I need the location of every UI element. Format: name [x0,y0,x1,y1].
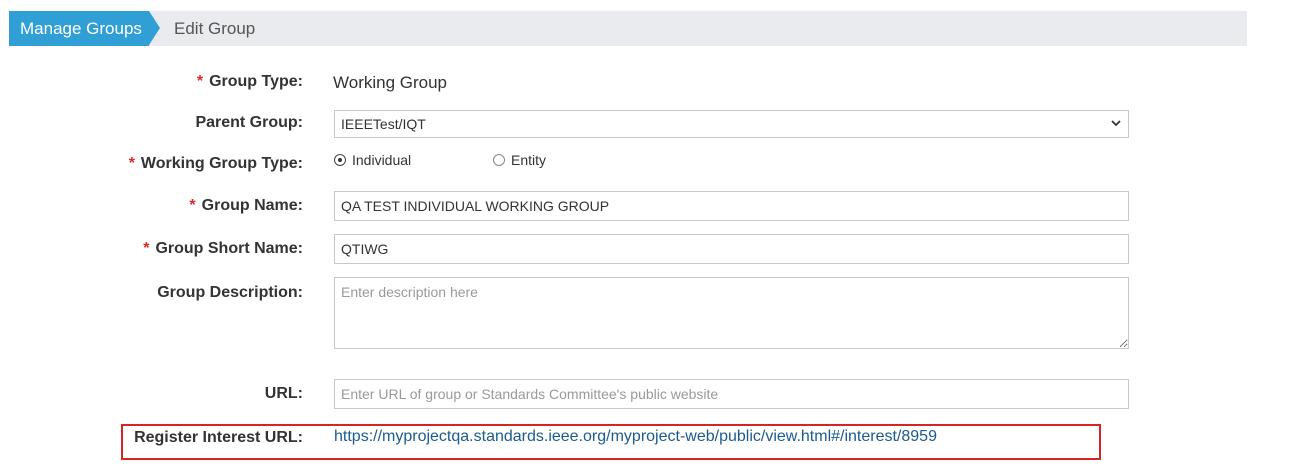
parent-group-select[interactable]: IEEETest/IQT [334,110,1129,138]
group-name-input[interactable] [334,191,1129,221]
breadcrumb-manage-groups[interactable]: Manage Groups [9,11,149,46]
group-type-label: * Group Type: [196,73,303,90]
required-marker: * [189,197,196,214]
group-description-label: Group Description: [157,284,303,301]
url-label: URL: [264,385,303,402]
radio-individual-label: Individual [352,152,412,168]
required-marker: * [143,240,150,257]
group-short-name-input[interactable] [334,234,1129,264]
radio-individual[interactable]: Individual [334,152,411,168]
breadcrumb-edit-group: Edit Group [174,19,256,38]
radio-entity[interactable]: Entity [493,152,546,168]
group-description-textarea[interactable] [334,277,1129,349]
breadcrumb: Manage Groups Edit Group [9,11,1247,46]
working-group-type-label: * Working Group Type: [128,155,303,172]
group-name-label: * Group Name: [189,197,303,214]
parent-group-label: Parent Group: [195,114,303,131]
url-input[interactable] [334,379,1129,409]
required-marker: * [128,155,135,172]
register-interest-url-link[interactable]: https://myprojectqa.standards.ieee.org/m… [334,428,937,446]
required-marker: * [196,73,204,90]
breadcrumb-arrow [149,11,160,45]
register-interest-url-label: Register Interest URL: [134,429,303,446]
radio-unchecked-icon[interactable] [493,154,505,166]
radio-checked-icon[interactable] [334,154,346,166]
group-type-value: Working Group [333,73,448,92]
group-short-name-label: * Group Short Name: [143,240,303,257]
radio-entity-label: Entity [511,152,547,168]
